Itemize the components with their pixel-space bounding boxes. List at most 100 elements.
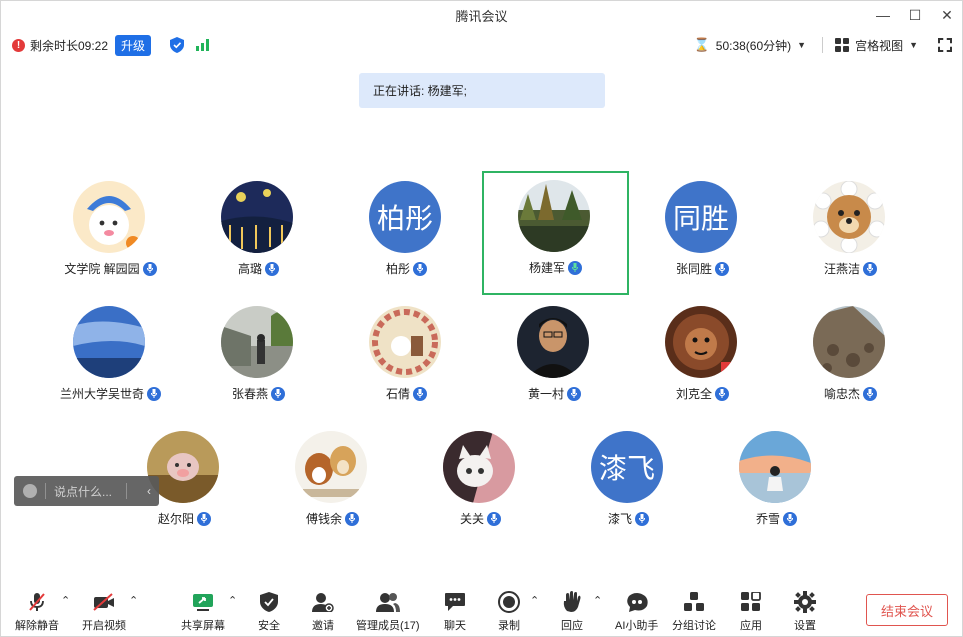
video-off-icon [91,590,117,614]
mic-icon [863,261,877,276]
ai-assistant-icon [624,590,650,614]
participant-tile[interactable]: 高璐 [185,172,332,296]
participant-name: 刘克全 [675,387,712,401]
chevron-up-icon[interactable]: ⌃ [530,594,539,607]
participant-name: 漆飞 [607,512,632,526]
breakout-rooms-icon [681,590,707,614]
mic-icon [568,260,582,275]
manage-members-button[interactable]: 管理成员(17) [356,590,420,633]
chevron-down-icon[interactable]: ▼ [797,40,806,50]
security-button[interactable]: 安全 [256,590,282,633]
settings-button[interactable]: 设置 [792,590,818,633]
participant-name: 柏彤 [385,262,410,276]
title-bar: 腾讯会议 [1,1,962,29]
participant-tile[interactable]: 文学院 解园园 [37,172,184,296]
share-screen-button[interactable]: 共享屏幕 [181,590,225,633]
apps-button[interactable]: 应用 [738,590,764,633]
gear-icon [792,590,818,614]
warning-icon: ! [12,38,25,52]
mic-icon [487,511,501,526]
mic-icon [567,386,581,401]
fullscreen-icon[interactable] [938,38,952,52]
view-mode-select[interactable]: 宫格视图 [855,37,903,54]
participant-tile[interactable]: 喻忠杰 [777,297,924,421]
participant-tile[interactable]: 汪燕洁 [777,172,924,296]
minimize-icon[interactable]: — [874,6,892,24]
react-button[interactable]: 回应 [559,590,585,633]
participant-name: 高璐 [237,262,262,276]
close-icon[interactable]: ✕ [938,6,956,24]
bottom-toolbar: 解除静音 ⌃ 开启视频 ⌃ 共享屏幕 ⌃ 安全 邀请 管理成员(17) 聊天 录… [1,586,962,636]
chevron-up-icon[interactable]: ⌃ [228,594,237,607]
chevron-up-icon[interactable]: ⌃ [593,594,602,607]
avatar: 漆飞 [591,431,663,503]
mic-icon [715,261,729,276]
avatar [295,431,367,503]
top-toolbar: ! 剩余时长09:22 升级 ⌛ 50:38(60分钟) ▼ 宫格视图 ▼ [1,29,962,61]
participant-tile[interactable]: 乔雪 [703,422,850,546]
mic-icon [783,511,797,526]
chat-button[interactable]: 聊天 [442,590,468,633]
remaining-time: 剩余时长09:22 [30,38,109,53]
chevron-down-icon[interactable]: ▼ [909,40,918,50]
shield-icon[interactable] [170,37,185,53]
participant-name: 关关 [459,512,484,526]
participant-tile[interactable]: 石倩 [333,297,480,421]
participant-tile[interactable]: 刘克全 [629,297,776,421]
invite-button[interactable]: 邀请 [310,590,336,633]
mic-icon [197,511,211,526]
emoji-icon[interactable] [23,484,37,498]
participant-name: 文学院 解园园 [64,262,140,276]
participant-tile[interactable]: 傅钱余 [259,422,406,546]
breakout-button[interactable]: 分组讨论 [672,590,716,633]
chat-placeholder: 说点什么... [54,484,113,499]
avatar [739,431,811,503]
avatar [73,306,145,378]
top-right-controls: ⌛ 50:38(60分钟) ▼ 宫格视图 ▼ [694,29,952,61]
avatar [73,181,145,253]
mic-icon [142,261,157,276]
mic-icon [413,386,427,401]
invite-user-icon [310,590,336,614]
participant-name: 张春燕 [231,387,268,401]
record-icon [496,590,522,614]
participant-name: 汪燕洁 [823,262,860,276]
participant-tile[interactable]: 黄一村 [481,297,628,421]
avatar [221,306,293,378]
avatar [518,180,590,252]
participant-name: 赵尔阳 [157,512,194,526]
avatar [369,306,441,378]
chevron-up-icon[interactable]: ⌃ [129,594,138,607]
collapse-chevron-icon[interactable]: ‹ [147,484,151,498]
chat-icon [442,590,468,614]
window-controls: — ☐ ✕ [874,1,956,29]
participant-tile[interactable]: 柏彤 柏彤 [333,172,480,296]
signal-icon[interactable] [196,39,210,51]
participant-tile[interactable]: 张春燕 [185,297,332,421]
start-video-button[interactable]: 开启视频 [82,590,126,633]
mic-icon [345,511,359,526]
ai-assistant-button[interactable]: AI小助手 [615,590,658,633]
hourglass-icon: ⌛ [693,37,710,52]
mic-muted-icon [24,590,50,614]
participant-tile[interactable]: 关关 [407,422,554,546]
participant-tile[interactable]: 同胜 张同胜 [629,172,776,296]
unmute-button[interactable]: 解除静音 [15,590,59,633]
participant-name: 张同胜 [675,262,712,276]
chevron-up-icon[interactable]: ⌃ [61,594,70,607]
grid-view-icon [835,38,850,52]
avatar: 同胜 [665,181,737,253]
maximize-icon[interactable]: ☐ [906,6,924,24]
record-button[interactable]: 录制 [496,590,522,633]
participant-tile-active[interactable]: 杨建军 [482,171,629,295]
mic-icon [715,386,729,401]
participant-tile[interactable]: 兰州大学吴世奇 [37,297,184,421]
meeting-timer[interactable]: 50:38(60分钟) [716,37,791,54]
avatar [221,181,293,253]
chat-input[interactable]: 说点什么... ‹ [14,476,159,506]
end-meeting-button[interactable]: 结束会议 [866,594,948,626]
mic-icon [635,511,649,526]
participant-tile[interactable]: 漆飞 漆飞 [555,422,702,546]
upgrade-button[interactable]: 升级 [115,34,152,56]
hand-wave-icon [559,590,585,614]
